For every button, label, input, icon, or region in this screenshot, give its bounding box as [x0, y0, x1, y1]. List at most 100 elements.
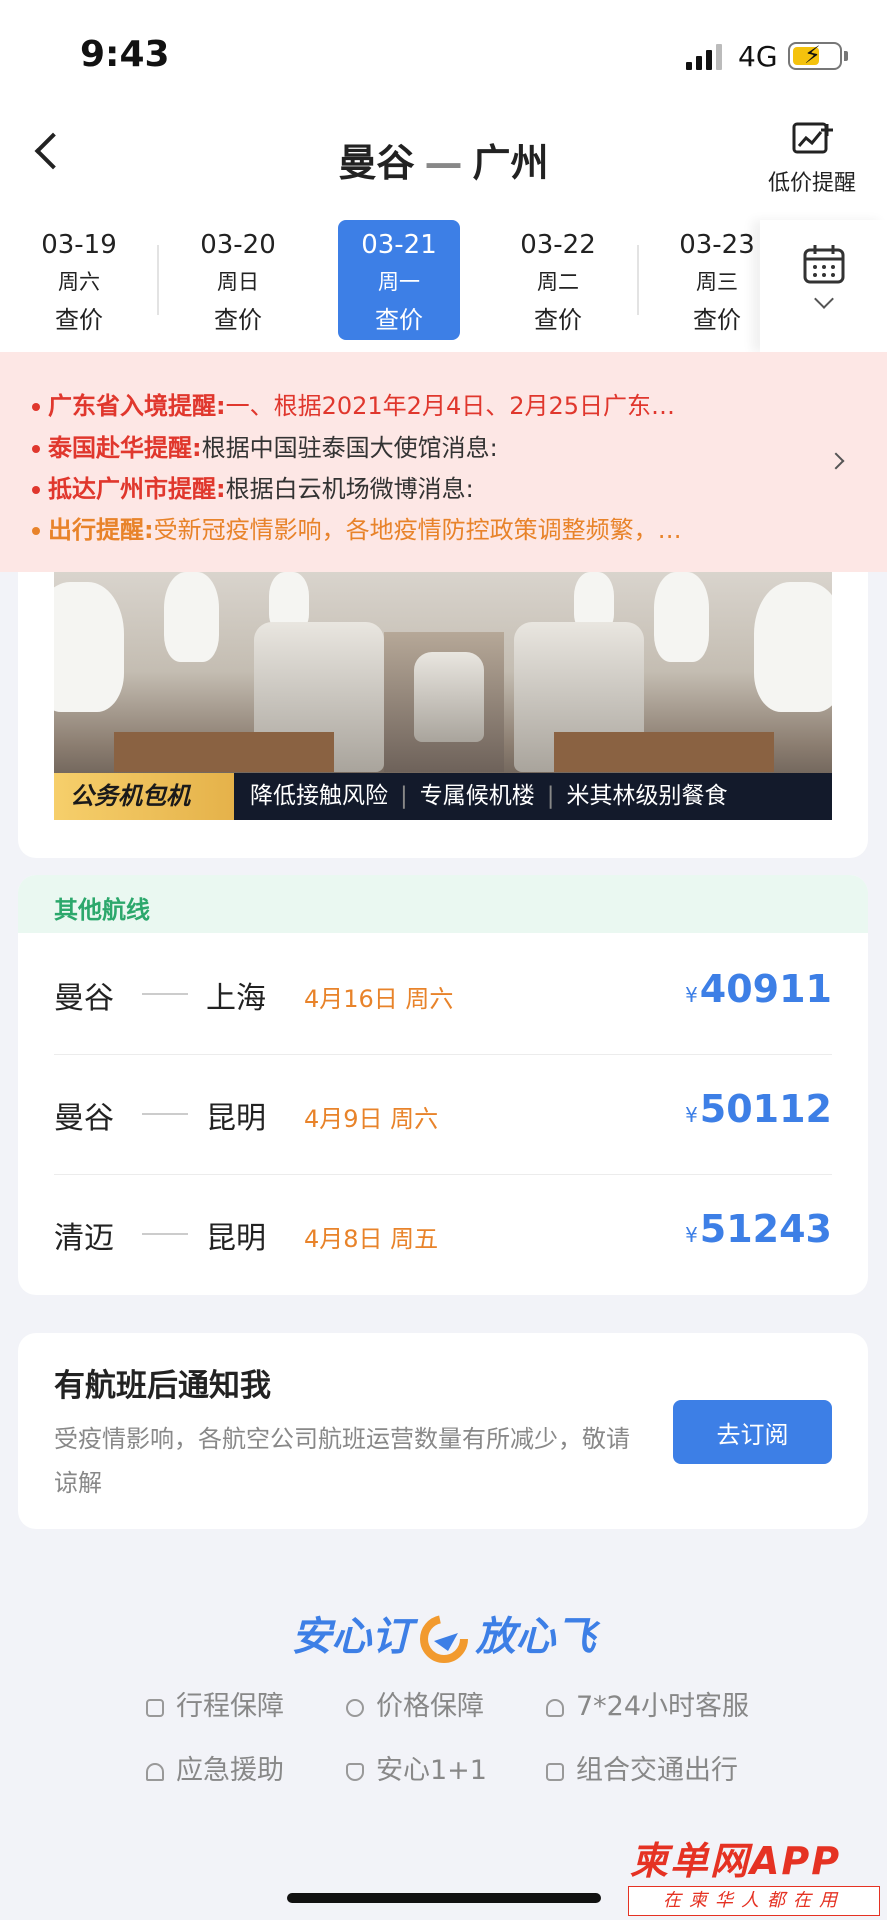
assurance-label: 组合交通出行	[576, 1755, 738, 1786]
notice-item[interactable]: 广东省入境提醒:一、根据2021年2月4日、2月25日广东…	[32, 386, 675, 421]
route-to: 广州	[472, 141, 549, 185]
date-tab-date: 03-20	[200, 230, 276, 260]
watermark-logo: 柬单网APP	[630, 1830, 841, 1885]
date-tab-0321[interactable]: 03-21 周一 查价	[338, 220, 460, 340]
date-tab-weekday: 周二	[537, 270, 579, 294]
assurance-item: 行程保障	[146, 1684, 284, 1723]
route-origin: 曼谷	[54, 1101, 114, 1136]
route-destination: 上海	[206, 981, 266, 1016]
other-routes-title: 其他航线	[54, 896, 150, 924]
price-value: 51243	[699, 1207, 832, 1251]
route-price: ¥40911	[685, 967, 832, 1011]
date-divider	[637, 245, 639, 315]
status-time: 9:43	[80, 34, 170, 75]
route-separator: —	[424, 141, 463, 185]
date-tab-0319[interactable]: 03-19 周六 查价	[18, 220, 140, 340]
route-date: 4月9日 周六	[304, 1105, 439, 1133]
signal-icon	[686, 44, 722, 70]
currency-symbol: ¥	[685, 1103, 698, 1127]
date-tab-0320[interactable]: 03-20 周日 查价	[177, 220, 299, 340]
route-from: 曼谷	[338, 141, 415, 185]
assurance-label: 价格保障	[376, 1691, 484, 1722]
notice-title: 广东省入境提醒:	[48, 392, 226, 420]
assurance-item: 应急援助	[146, 1748, 284, 1787]
date-tab-weekday: 周日	[217, 270, 259, 294]
price-alert-label[interactable]: 低价提醒	[752, 165, 872, 197]
route-connector	[142, 1113, 188, 1115]
date-tab-price: 查价	[214, 306, 262, 334]
route-price: ¥50112	[685, 1087, 832, 1131]
date-tab-price: 查价	[375, 306, 423, 334]
network-type: 4G	[738, 40, 778, 73]
notice-title: 泰国赴华提醒:	[48, 434, 202, 462]
notice-item[interactable]: 泰国赴华提醒:根据中国驻泰国大使馆消息:	[32, 428, 498, 463]
assurance-title-right: 放心飞	[475, 1614, 596, 1660]
notify-description: 受疫情影响，各航空公司航班运营数量有所减少，敬请谅解	[54, 1425, 630, 1497]
jet-features: 降低接触风险 | 专属候机楼 | 米其林级别餐食	[250, 783, 728, 809]
date-tab-price: 查价	[534, 306, 582, 334]
assurance-label: 安心1+1	[376, 1755, 487, 1786]
route-origin: 清迈	[54, 1221, 114, 1256]
currency-symbol: ¥	[685, 983, 698, 1007]
home-indicator[interactable]	[287, 1893, 601, 1903]
assurance-label: 行程保障	[176, 1691, 284, 1722]
currency-symbol: ¥	[685, 1223, 698, 1247]
route-destination: 昆明	[206, 1221, 266, 1256]
jet-feature: 米其林级别餐食	[566, 783, 728, 809]
notice-body: 根据白云机场微博消息:	[225, 475, 474, 503]
route-origin: 曼谷	[54, 981, 114, 1016]
date-divider	[157, 245, 159, 315]
notice-title: 出行提醒:	[48, 516, 154, 544]
price-alert-icon[interactable]	[792, 122, 834, 158]
date-tab-date: 03-19	[41, 230, 117, 260]
yen-icon	[346, 1698, 364, 1717]
notice-item[interactable]: 出行提醒:受新冠疫情影响，各地疫情防控政策调整频繁，…	[32, 510, 682, 545]
copy-icon	[546, 1762, 564, 1781]
assurance-item: 组合交通出行	[546, 1748, 738, 1787]
price-value: 40911	[699, 967, 832, 1011]
notice-body: 一、根据2021年2月4日、2月25日广东…	[225, 392, 676, 420]
route-destination: 昆明	[206, 1101, 266, 1136]
route-connector	[142, 1233, 188, 1235]
date-tab-date: 03-22	[520, 230, 596, 260]
calendar-button[interactable]	[760, 220, 887, 352]
brand-logo-icon	[419, 1615, 468, 1663]
briefcase-icon	[146, 1698, 164, 1717]
watermark-suffix: APP	[750, 1839, 842, 1883]
date-tab-weekday: 周一	[378, 270, 420, 294]
date-tab-0322[interactable]: 03-22 周二 查价	[497, 220, 619, 340]
jet-tag: 公务机包机	[54, 773, 234, 820]
notice-body: 根据中国驻泰国大使馆消息:	[201, 434, 498, 462]
assurance-label: 应急援助	[176, 1755, 284, 1786]
assurance-item: 价格保障	[346, 1684, 484, 1723]
route-date: 4月16日 周六	[304, 985, 454, 1013]
route-connector	[142, 993, 188, 995]
watermark-slogan: 在柬华人都在用	[628, 1886, 880, 1916]
notify-title: 有航班后通知我	[54, 1368, 271, 1404]
route-row[interactable]: 曼谷 上海 4月16日 周六 ¥40911	[54, 935, 832, 1055]
date-tab-weekday: 周六	[58, 270, 100, 294]
calendar-icon[interactable]	[803, 244, 845, 284]
battery-nub	[844, 51, 848, 61]
jet-feature: 专属候机楼	[419, 783, 535, 809]
subscribe-button[interactable]: 去订阅	[673, 1400, 832, 1464]
route-date: 4月8日 周五	[304, 1225, 439, 1253]
jet-feature: 降低接触风险	[250, 783, 388, 809]
price-value: 50112	[699, 1087, 832, 1131]
shield-icon	[346, 1762, 364, 1781]
notice-item[interactable]: 抵达广州市提醒:根据白云机场微博消息:	[32, 469, 474, 504]
assurance-item: 7*24小时客服	[546, 1684, 749, 1723]
assurance-title-left: 安心订	[291, 1614, 412, 1660]
notice-body: 受新冠疫情影响，各地疫情防控政策调整频繁，…	[153, 516, 682, 544]
assurance-item: 安心1+1	[346, 1748, 487, 1787]
assurance-label: 7*24小时客服	[576, 1691, 750, 1722]
watermark-brand: 柬单网	[630, 1839, 751, 1883]
route-row[interactable]: 曼谷 昆明 4月9日 周六 ¥50112	[54, 1055, 832, 1175]
date-tab-price: 查价	[55, 306, 103, 334]
assurance-title: 安心订 放心飞	[0, 1604, 887, 1665]
route-price: ¥51243	[685, 1207, 832, 1251]
battery-icon: ⚡	[788, 41, 842, 70]
route-row[interactable]: 清迈 昆明 4月8日 周五 ¥51243	[54, 1175, 832, 1295]
notice-title: 抵达广州市提醒:	[48, 475, 226, 503]
alarm-icon	[146, 1762, 164, 1781]
